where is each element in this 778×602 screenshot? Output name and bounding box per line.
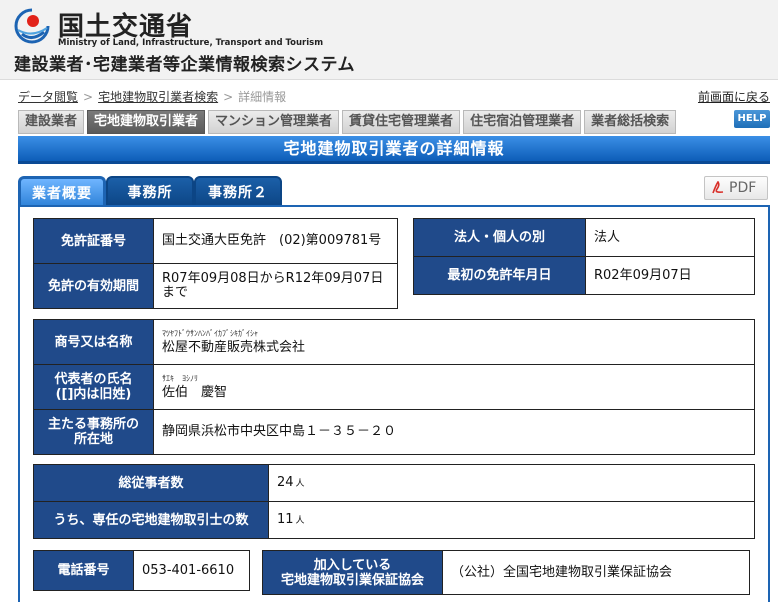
- ministry-english-name: Ministry of Land, Infrastructure, Transp…: [58, 38, 324, 48]
- breadcrumb: データ閲覧 > 宅地建物取引業者検索 > 詳細情報: [18, 88, 286, 105]
- total-staff-label: 総従事者数: [33, 464, 269, 502]
- licensed-agents-cell: 11 人: [268, 501, 755, 539]
- license-number-value: 国土交通大臣免許 (02)第009781号: [153, 218, 398, 264]
- tab-construction[interactable]: 建設業者: [18, 110, 85, 134]
- staff-table: 総従事者数 24 人 うち、専任の宅地建物取引士の数 11 人: [33, 464, 755, 539]
- site-header: 国土交通省 Ministry of Land, Infrastructure, …: [0, 0, 778, 80]
- first-license-value: R02年09月07日: [585, 256, 755, 295]
- breadcrumb-separator-icon: >: [223, 90, 234, 104]
- licensed-agents-unit: 人: [295, 515, 305, 526]
- license-period-label: 免許の有効期間: [33, 263, 154, 309]
- system-title: 建設業者･宅建業者等企業情報検索システム: [14, 55, 355, 75]
- phone-label: 電話番号: [33, 550, 134, 591]
- tab-lodging-management[interactable]: 住宅宿泊管理業者: [463, 110, 582, 134]
- association-table: 加入している 宅地建物取引業保証協会 （公社）全国宅地建物取引業保証協会: [262, 550, 750, 595]
- breadcrumb-separator-icon: >: [83, 90, 94, 104]
- category-tabs: 建設業者 宅地建物取引業者 マンション管理業者 賃貸住宅管理業者 住宅宿泊管理業…: [18, 110, 679, 134]
- main-office-label-line2: 所在地: [73, 432, 113, 447]
- company-name-kana: ﾏﾂﾔﾌﾄﾞｳｻﾝﾊﾝﾊﾞｲｶﾌﾞｼｷｶﾞｲｼｬ: [162, 329, 258, 338]
- licensed-agents-label: うち、専任の宅地建物取引士の数: [33, 501, 269, 539]
- company-name-label: 商号又は名称: [33, 319, 154, 365]
- license-table: 免許証番号 国土交通大臣免許 (02)第009781号 免許の有効期間 R07年…: [33, 218, 398, 309]
- first-license-label: 最初の免許年月日: [413, 256, 586, 295]
- phone-value: 053-401-6610: [133, 550, 250, 591]
- representative-label-line2: ([]内は旧姓): [55, 387, 132, 402]
- detail-tabs: 業者概要 事務所 事務所２: [18, 176, 282, 208]
- association-label-line1: 加入している: [313, 557, 392, 573]
- pdf-label: PDF: [729, 180, 757, 196]
- tab-office-2[interactable]: 事務所２: [194, 176, 282, 208]
- help-button[interactable]: HELP: [734, 110, 770, 128]
- licensed-agents-value: 11: [277, 511, 294, 527]
- main-office-value: 静岡県浜松市中央区中島１－３５－２０: [153, 409, 755, 455]
- entity-type-label: 法人・個人の別: [413, 218, 586, 257]
- tab-overview[interactable]: 業者概要: [18, 176, 106, 208]
- license-period-value: R07年09月08日からR12年09月07日まで: [153, 263, 398, 309]
- main-office-label-line1: 主たる事務所の: [47, 417, 139, 432]
- association-value: （公社）全国宅地建物取引業保証協会: [442, 550, 750, 595]
- representative-kana: ｻｴｷ ﾖｼﾉﾘ: [162, 374, 198, 383]
- total-staff-unit: 人: [295, 478, 305, 489]
- tab-real-estate-broker[interactable]: 宅地建物取引業者: [87, 110, 206, 134]
- pdf-icon: [712, 181, 724, 194]
- representative-cell: ｻｴｷ ﾖｼﾉﾘ 佐伯 慶智: [153, 364, 755, 410]
- entity-type-value: 法人: [585, 218, 755, 257]
- main-office-label: 主たる事務所の 所在地: [33, 409, 154, 455]
- representative-label: 代表者の氏名 ([]内は旧姓): [33, 364, 154, 410]
- total-staff-cell: 24 人: [268, 464, 755, 502]
- association-label: 加入している 宅地建物取引業保証協会: [262, 550, 443, 595]
- company-name-value: 松屋不動産販売株式会社: [162, 340, 306, 355]
- tab-condo-management[interactable]: マンション管理業者: [208, 110, 340, 134]
- breadcrumb-current: 詳細情報: [238, 90, 287, 104]
- association-label-line2: 宅地建物取引業保証協会: [280, 572, 424, 588]
- company-name-cell: ﾏﾂﾔﾌﾄﾞｳｻﾝﾊﾝﾊﾞｲｶﾌﾞｼｷｶﾞｲｼｬ 松屋不動産販売株式会社: [153, 319, 755, 365]
- mlit-logo-icon: [14, 8, 50, 44]
- pdf-button[interactable]: PDF: [704, 176, 768, 200]
- entity-table: 法人・個人の別 法人 最初の免許年月日 R02年09月07日: [413, 218, 755, 295]
- page-title: 宅地建物取引業者の詳細情報: [18, 136, 770, 164]
- back-link[interactable]: 前画面に戻る: [698, 88, 770, 105]
- company-table: 商号又は名称 ﾏﾂﾔﾌﾄﾞｳｻﾝﾊﾝﾊﾞｲｶﾌﾞｼｷｶﾞｲｼｬ 松屋不動産販売株…: [33, 319, 755, 455]
- breadcrumb-data-browse[interactable]: データ閲覧: [18, 90, 78, 104]
- license-number-label: 免許証番号: [33, 218, 154, 264]
- tab-general-search[interactable]: 業者総括検索: [584, 110, 677, 134]
- breadcrumb-broker-search[interactable]: 宅地建物取引業者検索: [98, 90, 218, 104]
- total-staff-value: 24: [277, 474, 294, 490]
- representative-value: 佐伯 慶智: [162, 385, 228, 400]
- representative-label-line1: 代表者の氏名: [54, 372, 133, 387]
- tab-office[interactable]: 事務所: [106, 176, 194, 208]
- phone-table: 電話番号 053-401-6610: [33, 550, 250, 591]
- tab-rental-management[interactable]: 賃貸住宅管理業者: [342, 110, 461, 134]
